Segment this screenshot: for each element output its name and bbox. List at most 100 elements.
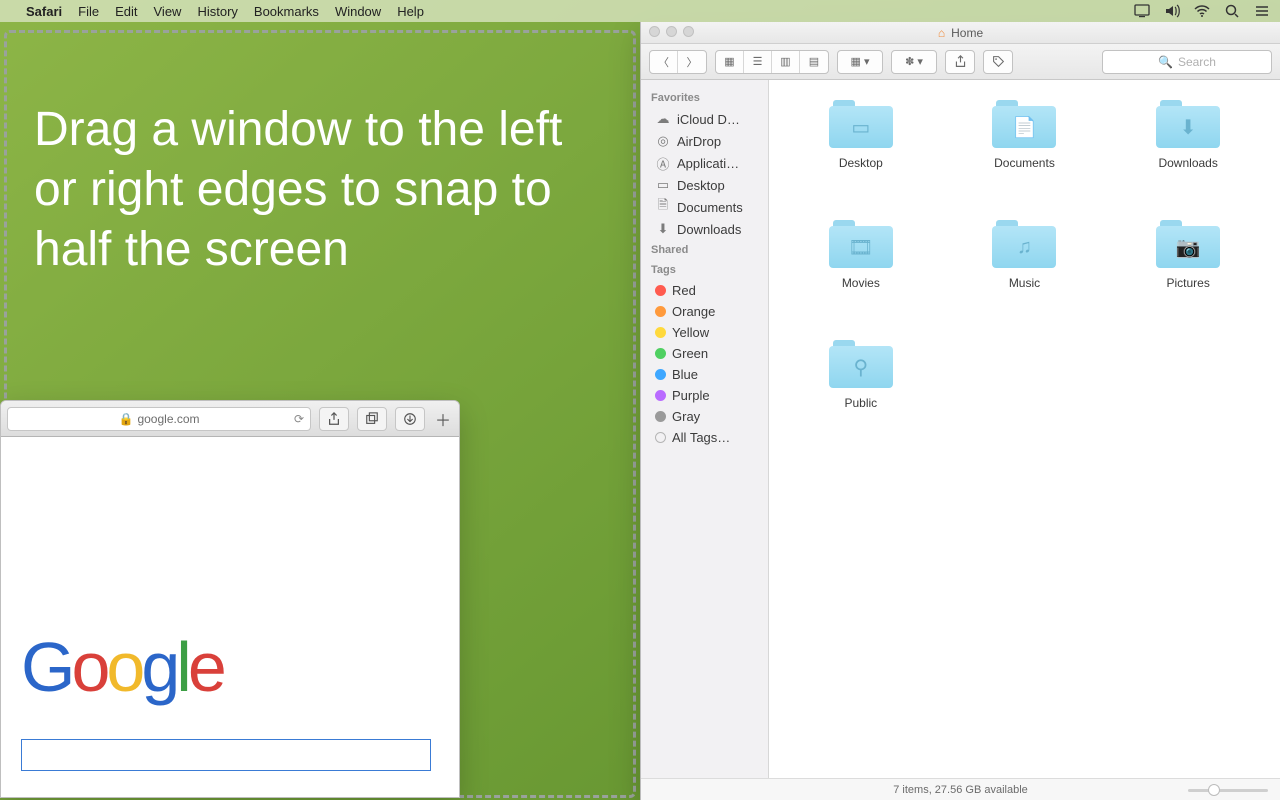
sidebar-item-desktop[interactable]: ▭Desktop: [641, 174, 768, 196]
screen-share-icon[interactable]: [1134, 3, 1150, 19]
share-button-finder[interactable]: [945, 50, 975, 74]
lock-icon: 🔒: [119, 412, 134, 426]
sidebar-item-label: Green: [672, 346, 708, 361]
google-search-input[interactable]: [21, 739, 431, 771]
forward-button[interactable]: 〉: [678, 51, 706, 73]
tag-dot-icon: [655, 432, 666, 443]
finder-titlebar[interactable]: ⌂ Home: [641, 22, 1280, 44]
safari-url: google.com: [137, 412, 199, 426]
tags-button[interactable]: [983, 50, 1013, 74]
folder-public[interactable]: ⚲Public: [801, 340, 921, 460]
shared-heading: Shared: [641, 240, 768, 260]
safari-window[interactable]: 🔒 google.com ⟳ ＋ Google: [0, 400, 460, 798]
sidebar-tag-yellow[interactable]: Yellow: [641, 322, 768, 343]
sidebar-item-label: Gray: [672, 409, 700, 424]
sidebar-tag-orange[interactable]: Orange: [641, 301, 768, 322]
sidebar-item-label: iCloud D…: [677, 112, 740, 127]
sidebar-tag-alltags[interactable]: All Tags…: [641, 427, 768, 448]
tag-dot-icon: [655, 369, 666, 380]
downloads-button[interactable]: [395, 407, 425, 431]
column-view-button[interactable]: ▥: [772, 51, 800, 73]
sidebar-item-label: Purple: [672, 388, 710, 403]
sidebar-item-apps[interactable]: Ⓐ Applicati…: [641, 152, 768, 174]
folder-icon: ▭: [829, 100, 893, 148]
finder-toolbar: 〈 〉 ▦ ☰ ▥ ▤ ▦ ▾ ✽ ▾ 🔍 Search: [641, 44, 1280, 80]
icon-size-slider[interactable]: [1188, 784, 1268, 796]
safari-page-content: Google: [1, 437, 459, 797]
menu-file[interactable]: File: [78, 4, 99, 19]
nav-back-forward[interactable]: 〈 〉: [649, 50, 707, 74]
menu-edit[interactable]: Edit: [115, 4, 137, 19]
tabs-button[interactable]: [357, 407, 387, 431]
sidebar-tag-gray[interactable]: Gray: [641, 406, 768, 427]
folder-desktop[interactable]: ▭ Desktop: [801, 100, 921, 220]
share-button[interactable]: [319, 407, 349, 431]
finder-title: Home: [951, 26, 983, 40]
list-view-button[interactable]: ☰: [744, 51, 772, 73]
sidebar-tag-purple[interactable]: Purple: [641, 385, 768, 406]
search-icon: 🔍: [1158, 55, 1173, 69]
folder-label: Documents: [994, 156, 1055, 170]
finder-status-text: 7 items, 27.56 GB available: [893, 784, 1028, 796]
folder-pictures[interactable]: 📷 Pictures: [1128, 220, 1248, 340]
tag-dot-icon: [655, 327, 666, 338]
safari-toolbar: 🔒 google.com ⟳ ＋: [1, 401, 459, 437]
sidebar-item-downloads[interactable]: ⬇Downloads: [641, 218, 768, 240]
tag-dot-icon: [655, 306, 666, 317]
folder-label: Desktop: [839, 156, 883, 170]
sidebar-item-documents[interactable]: 🗎Documents: [641, 196, 768, 218]
folder-icon: 📄: [992, 100, 1056, 148]
sidebar-item-cloud[interactable]: ☁ iCloud D…: [641, 108, 768, 130]
cloud-icon: ☁: [655, 111, 671, 127]
tag-dot-icon: [655, 411, 666, 422]
sidebar-tag-blue[interactable]: Blue: [641, 364, 768, 385]
traffic-lights[interactable]: [649, 26, 694, 37]
reload-icon[interactable]: ⟳: [294, 412, 304, 426]
icon-view-button[interactable]: ▦: [716, 51, 744, 73]
menu-help[interactable]: Help: [397, 4, 424, 19]
google-logo: Google: [21, 627, 439, 709]
volume-icon[interactable]: [1164, 3, 1180, 19]
folder-icon: ⬇: [1156, 100, 1220, 148]
menu-history[interactable]: History: [197, 4, 237, 19]
sidebar-tag-green[interactable]: Green: [641, 343, 768, 364]
apps-icon: Ⓐ: [655, 155, 671, 171]
finder-window[interactable]: ⌂ Home 〈 〉 ▦ ☰ ▥ ▤ ▦ ▾ ✽ ▾ 🔍 Search Favo…: [640, 22, 1280, 800]
wifi-icon[interactable]: [1194, 3, 1210, 19]
sidebar-item-label: Applicati…: [677, 156, 739, 171]
menu-view[interactable]: View: [154, 4, 182, 19]
arrange-button[interactable]: ▦ ▾: [837, 50, 883, 74]
menu-window[interactable]: Window: [335, 4, 381, 19]
notification-center-icon[interactable]: [1254, 3, 1270, 19]
app-menu[interactable]: Safari: [26, 4, 62, 19]
action-button[interactable]: ✽ ▾: [891, 50, 937, 74]
sidebar-item-label: Red: [672, 283, 696, 298]
finder-search-input[interactable]: 🔍 Search: [1102, 50, 1272, 74]
finder-status-bar: 7 items, 27.56 GB available: [641, 778, 1280, 800]
sidebar-tag-red[interactable]: Red: [641, 280, 768, 301]
folder-label: Downloads: [1158, 156, 1217, 170]
menu-bookmarks[interactable]: Bookmarks: [254, 4, 319, 19]
sidebar-item-label: Downloads: [677, 222, 741, 237]
tag-dot-icon: [655, 390, 666, 401]
snap-hint-text: Drag a window to the left or right edges…: [34, 100, 606, 280]
folder-music[interactable]: ♫Music: [964, 220, 1084, 340]
sidebar-item-label: AirDrop: [677, 134, 721, 149]
back-button[interactable]: 〈: [650, 51, 678, 73]
spotlight-icon[interactable]: [1224, 3, 1240, 19]
folder-documents[interactable]: 📄 Documents: [964, 100, 1084, 220]
folder-movies[interactable]: 🎞Movies: [801, 220, 921, 340]
sidebar-item-label: Yellow: [672, 325, 709, 340]
sidebar-item-airdrop[interactable]: ◎AirDrop: [641, 130, 768, 152]
safari-address-bar[interactable]: 🔒 google.com ⟳: [7, 407, 311, 431]
folder-icon: 📷: [1156, 220, 1220, 268]
folder-label: Movies: [842, 276, 880, 290]
finder-icon-grid: ▭ Desktop 📄 Documents ⬇ Downloads 🎞Movies ♫Musi…: [769, 80, 1280, 778]
view-mode-switcher[interactable]: ▦ ☰ ▥ ▤: [715, 50, 829, 74]
folder-label: Pictures: [1166, 276, 1209, 290]
documents-icon: 🗎: [655, 199, 671, 215]
menubar: Safari File Edit View History Bookmarks …: [0, 0, 1280, 22]
folder-downloads[interactable]: ⬇ Downloads: [1128, 100, 1248, 220]
gallery-view-button[interactable]: ▤: [800, 51, 828, 73]
new-tab-button[interactable]: ＋: [433, 407, 453, 431]
